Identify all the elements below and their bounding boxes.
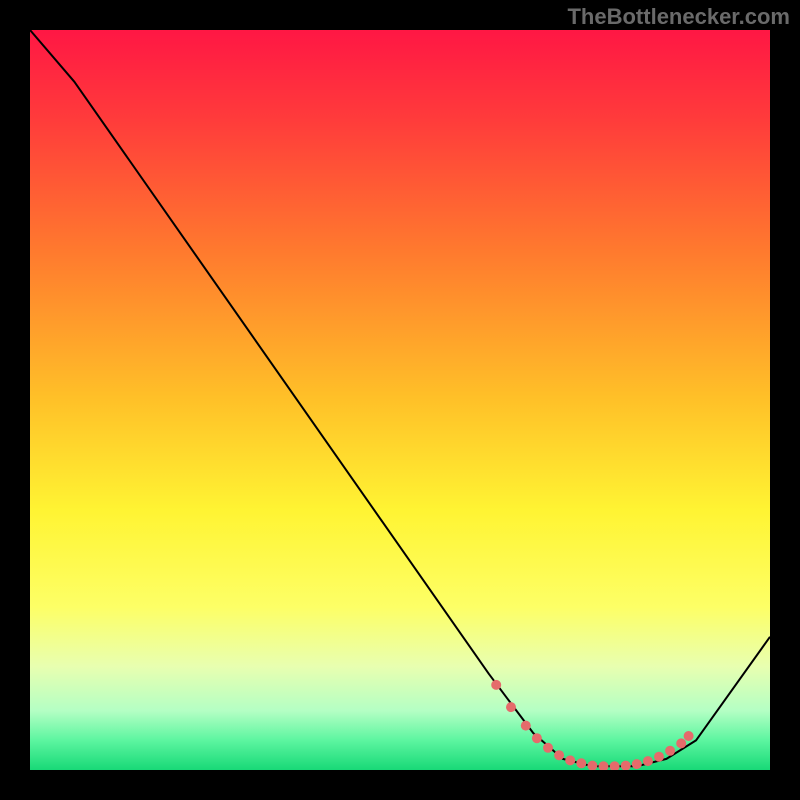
marker-point <box>576 758 586 768</box>
marker-point <box>654 752 664 762</box>
marker-point <box>565 755 575 765</box>
chart-plot-area <box>30 30 770 770</box>
marker-point <box>532 733 542 743</box>
gradient-background <box>30 30 770 770</box>
chart-svg <box>30 30 770 770</box>
marker-point <box>554 750 564 760</box>
marker-point <box>521 721 531 731</box>
marker-point <box>491 680 501 690</box>
marker-point <box>665 746 675 756</box>
marker-point <box>632 759 642 769</box>
marker-point <box>684 731 694 741</box>
watermark-text: TheBottlenecker.com <box>567 4 790 30</box>
marker-point <box>543 743 553 753</box>
marker-point <box>643 756 653 766</box>
marker-point <box>676 738 686 748</box>
marker-point <box>506 702 516 712</box>
